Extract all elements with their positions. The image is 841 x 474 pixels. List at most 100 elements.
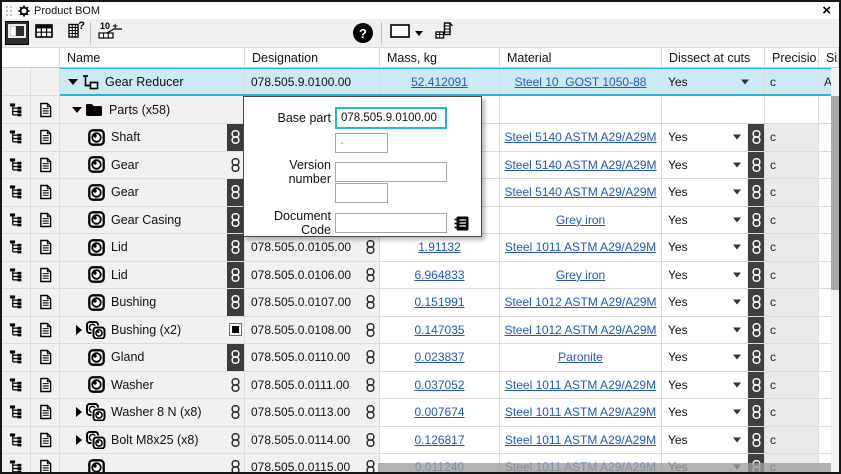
document-cell[interactable]: [31, 234, 60, 262]
header-name[interactable]: Name: [60, 48, 245, 67]
chain-link-icon[interactable]: [227, 454, 244, 472]
dissect-cell[interactable]: Yes: [662, 399, 765, 427]
name-cell[interactable]: Parts (x58): [60, 96, 245, 124]
tree-structure-icon[interactable]: [9, 459, 24, 472]
tree-structure-icon[interactable]: [9, 322, 24, 338]
document-icon[interactable]: [39, 129, 52, 145]
tree-structure-cell[interactable]: [2, 262, 31, 290]
header-material[interactable]: Material: [500, 48, 662, 67]
table-row[interactable]: Bushing078.505.0.0107.000.151991Steel 10…: [2, 289, 839, 317]
chain-link-icon[interactable]: [747, 179, 764, 206]
name-cell[interactable]: Washer: [60, 372, 245, 400]
precision-cell[interactable]: [765, 96, 819, 124]
chain-link-icon[interactable]: [227, 152, 244, 179]
tree-structure-cell[interactable]: [2, 96, 31, 124]
tree-structure-cell[interactable]: [2, 289, 31, 317]
precision-cell[interactable]: c: [765, 372, 819, 400]
dissect-cell[interactable]: Yes: [662, 124, 765, 152]
chain-link-icon[interactable]: [366, 295, 375, 309]
drag-grip-icon[interactable]: [5, 5, 14, 17]
precision-cell[interactable]: c: [765, 68, 819, 96]
dissect-cell[interactable]: Yes: [662, 179, 765, 207]
precision-cell[interactable]: c: [765, 179, 819, 207]
chain-link-icon[interactable]: [227, 207, 244, 234]
dissect-dropdown-value[interactable]: Yes: [662, 130, 688, 144]
vertical-scrollbar[interactable]: [831, 68, 839, 472]
document-icon[interactable]: [39, 294, 52, 310]
document-cell[interactable]: [31, 179, 60, 207]
chain-link-icon[interactable]: [227, 289, 244, 316]
chevron-down-icon[interactable]: [733, 162, 741, 167]
dissect-cell[interactable]: Yes: [662, 234, 765, 262]
chain-link-icon[interactable]: [227, 427, 244, 454]
document-icon[interactable]: [39, 184, 52, 200]
chevron-down-icon[interactable]: [733, 355, 741, 360]
tree-structure-cell[interactable]: [2, 152, 31, 180]
expand-arrow-icon[interactable]: [68, 79, 78, 85]
document-cell[interactable]: [31, 454, 60, 472]
document-cell[interactable]: [31, 427, 60, 455]
material-link[interactable]: Paronite: [558, 350, 603, 364]
chain-link-icon[interactable]: [747, 234, 764, 261]
designation-cell[interactable]: 078.505.0.0111.00: [245, 372, 380, 400]
chevron-down-icon[interactable]: [733, 245, 741, 250]
chevron-down-icon[interactable]: [741, 79, 749, 84]
chain-link-icon[interactable]: [366, 323, 375, 337]
name-cell[interactable]: Lid: [60, 234, 245, 262]
chain-link-icon[interactable]: [747, 317, 764, 344]
table-row[interactable]: Bushing (x2)078.505.0.0108.000.147035Ste…: [2, 317, 839, 345]
tree-structure-cell[interactable]: [2, 234, 31, 262]
designation-cell[interactable]: 078.505.0.0108.00: [245, 317, 380, 345]
designation-cell[interactable]: 078.505.0.0114.00: [245, 427, 380, 455]
tree-structure-icon[interactable]: [9, 349, 24, 365]
material-link[interactable]: Steel 1011 ASTM A29/A29M: [505, 378, 656, 392]
document-icon[interactable]: [39, 267, 52, 283]
table-query-button[interactable]: ?: [62, 21, 86, 45]
mass-link[interactable]: 0.147035: [414, 323, 464, 337]
table-row[interactable]: Lid078.505.0.0105.001.91132Steel 1011 AS…: [2, 234, 839, 262]
header-icons-column[interactable]: [2, 48, 60, 67]
tree-structure-icon[interactable]: [9, 432, 24, 448]
table-view-button[interactable]: [32, 21, 56, 45]
dissect-dropdown-value[interactable]: Yes: [662, 240, 688, 254]
material-link[interactable]: Grey iron: [556, 213, 605, 227]
designation-cell[interactable]: 078.505.9.0100.00: [245, 68, 380, 96]
document-cell[interactable]: [31, 399, 60, 427]
document-icon[interactable]: [39, 459, 52, 472]
name-cell[interactable]: Gland: [60, 344, 245, 372]
tree-structure-cell[interactable]: [2, 344, 31, 372]
header-mass[interactable]: Mass, kg: [380, 48, 500, 67]
designation-cell[interactable]: 078.505.0.0106.00: [245, 262, 380, 290]
tree-structure-icon[interactable]: [9, 212, 24, 228]
expand-arrow-icon[interactable]: [74, 435, 84, 445]
designation-cell[interactable]: 078.505.0.0115.00: [245, 454, 380, 472]
precision-cell[interactable]: c: [765, 124, 819, 152]
table-row[interactable]: Washer 8 N (x8)078.505.0.0113.000.007674…: [2, 399, 839, 427]
document-icon[interactable]: [39, 102, 52, 118]
expand-arrow-icon[interactable]: [74, 407, 84, 417]
document-cell[interactable]: [31, 289, 60, 317]
document-icon[interactable]: [39, 212, 52, 228]
dissect-dropdown-value[interactable]: Yes: [662, 158, 688, 172]
material-link[interactable]: Steel 5140 ASTM A29/A29M: [504, 158, 656, 172]
tree-structure-cell[interactable]: [2, 68, 31, 96]
chain-link-icon[interactable]: [747, 207, 764, 234]
header-dissect[interactable]: Dissect at cuts: [662, 48, 765, 67]
document-cell[interactable]: [31, 207, 60, 235]
chain-link-icon[interactable]: [227, 262, 244, 289]
chain-link-icon[interactable]: [366, 460, 375, 472]
dissect-cell[interactable]: Yes: [662, 372, 765, 400]
precision-cell[interactable]: c: [765, 152, 819, 180]
document-cell[interactable]: [31, 124, 60, 152]
name-cell[interactable]: Gear Reducer: [60, 68, 245, 96]
tree-structure-icon[interactable]: [9, 239, 24, 255]
chain-link-icon[interactable]: [366, 268, 375, 282]
window-style-button[interactable]: [386, 21, 427, 45]
mass-link[interactable]: 0.007674: [414, 405, 464, 419]
document-cell[interactable]: [31, 344, 60, 372]
horizontal-scrollbar-thumb[interactable]: [378, 463, 831, 472]
document-icon[interactable]: [39, 239, 52, 255]
dissect-dropdown-value[interactable]: Yes: [662, 350, 688, 364]
mass-link[interactable]: 0.151991: [414, 295, 464, 309]
expand-arrow-icon[interactable]: [72, 107, 82, 113]
